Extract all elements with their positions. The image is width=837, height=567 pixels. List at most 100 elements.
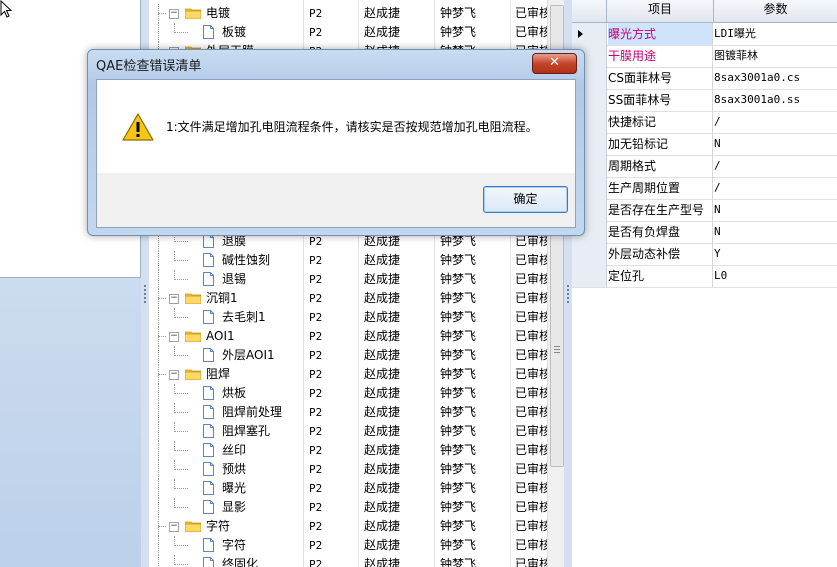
- row-selector[interactable]: [572, 243, 607, 265]
- tree-row[interactable]: 阻焊塞孔 P2 赵成捷 钟梦飞 已审核: [150, 422, 547, 441]
- close-button[interactable]: ✕: [532, 53, 577, 74]
- collapse-toggle-icon[interactable]: −: [169, 9, 179, 19]
- property-value[interactable]: 图镀菲林: [714, 45, 834, 67]
- collapse-toggle-icon[interactable]: −: [169, 522, 179, 532]
- tree-cell-author: 赵成捷: [364, 462, 401, 476]
- current-row-arrow-icon: [578, 30, 583, 38]
- document-icon: [203, 272, 214, 286]
- property-key: CS面菲林号: [608, 67, 713, 89]
- collapse-toggle-icon[interactable]: −: [169, 294, 179, 304]
- tree-cell-version: P2: [309, 330, 323, 343]
- document-icon: [203, 481, 214, 495]
- property-row[interactable]: 外层动态补偿 Y: [572, 243, 837, 266]
- property-value[interactable]: N: [714, 133, 834, 155]
- tree-cell-status: 已审核: [515, 538, 547, 552]
- property-value[interactable]: N: [714, 199, 834, 221]
- tree-row[interactable]: − 阻焊 P2 赵成捷 钟梦飞 已审核: [150, 365, 547, 384]
- property-row[interactable]: 是否存在生产型号 N: [572, 199, 837, 222]
- tree-cell-author: 赵成捷: [364, 443, 401, 457]
- tree-cell-author: 赵成捷: [364, 253, 401, 267]
- property-key: 曝光方式: [608, 23, 713, 45]
- tree-node-name: 退锡: [222, 272, 247, 286]
- collapse-toggle-icon[interactable]: −: [169, 332, 179, 342]
- tree-cell-reviewer: 钟梦飞: [440, 481, 477, 495]
- tree-row[interactable]: 外层AOI1 P2 赵成捷 钟梦飞 已审核: [150, 346, 547, 365]
- property-row[interactable]: 生产周期位置 /: [572, 177, 837, 200]
- tree-row[interactable]: 预烘 P2 赵成捷 钟梦飞 已审核: [150, 460, 547, 479]
- tree-cell-author: 赵成捷: [364, 348, 401, 362]
- property-row[interactable]: SS面菲林号 8sax3001a0.ss: [572, 89, 837, 112]
- tree-node-name: 去毛刺1: [222, 310, 266, 324]
- tree-cell-version: P2: [309, 368, 323, 381]
- property-row[interactable]: 加无铅标记 N: [572, 133, 837, 156]
- tree-cell-version: P2: [309, 7, 323, 20]
- tree-node-name: 板镀: [222, 25, 247, 39]
- tree-cell-status: 已审核: [515, 25, 547, 39]
- tree-node-name: 字符: [206, 519, 231, 533]
- property-value[interactable]: N: [714, 221, 834, 243]
- tree-cell-status: 已审核: [515, 557, 547, 567]
- close-icon: ✕: [549, 55, 560, 70]
- property-row[interactable]: 周期格式 /: [572, 155, 837, 178]
- tree-row[interactable]: 丝印 P2 赵成捷 钟梦飞 已审核: [150, 441, 547, 460]
- document-icon: [203, 424, 214, 438]
- tree-cell-version: P2: [309, 558, 323, 567]
- tree-row[interactable]: 显影 P2 赵成捷 钟梦飞 已审核: [150, 498, 547, 517]
- property-key: 加无铅标记: [608, 133, 713, 155]
- tree-row[interactable]: 字符 P2 赵成捷 钟梦飞 已审核: [150, 536, 547, 555]
- document-icon: [203, 310, 214, 324]
- folder-icon: [185, 293, 201, 304]
- collapse-toggle-icon[interactable]: −: [169, 370, 179, 380]
- message-area: 1:文件满足增加孔电阻流程条件，请核实是否按规范增加孔电阻流程。: [97, 80, 575, 173]
- tree-row[interactable]: − 沉铜1 P2 赵成捷 钟梦飞 已审核: [150, 289, 547, 308]
- tree-cell-reviewer: 钟梦飞: [440, 348, 477, 362]
- property-value[interactable]: /: [714, 155, 834, 177]
- tree-cell-status: 已审核: [515, 6, 547, 20]
- tree-row[interactable]: 曝光 P2 赵成捷 钟梦飞 已审核: [150, 479, 547, 498]
- tree-cell-version: P2: [309, 482, 323, 495]
- tree-cell-version: P2: [309, 463, 323, 476]
- property-value[interactable]: L0: [714, 265, 834, 287]
- row-selector[interactable]: [572, 265, 607, 287]
- property-value[interactable]: /: [714, 177, 834, 199]
- tree-cell-status: 已审核: [515, 329, 547, 343]
- property-value[interactable]: 8sax3001a0.cs: [714, 67, 834, 89]
- property-row[interactable]: 是否有负焊盘 N: [572, 221, 837, 244]
- property-value[interactable]: LDI曝光: [714, 23, 834, 45]
- tree-cell-reviewer: 钟梦飞: [440, 329, 477, 343]
- property-row[interactable]: CS面菲林号 8sax3001a0.cs: [572, 67, 837, 90]
- tree-row[interactable]: 去毛刺1 P2 赵成捷 钟梦飞 已审核: [150, 308, 547, 327]
- tree-row[interactable]: 烘板 P2 赵成捷 钟梦飞 已审核: [150, 384, 547, 403]
- property-value[interactable]: 8sax3001a0.ss: [714, 89, 834, 111]
- property-key: 外层动态补偿: [608, 243, 713, 265]
- property-row[interactable]: 定位孔 L0: [572, 265, 837, 288]
- property-key: 是否存在生产型号: [608, 199, 713, 221]
- property-row[interactable]: 干膜用途 图镀菲林: [572, 45, 837, 68]
- tree-cell-reviewer: 钟梦飞: [440, 272, 477, 286]
- tree-row[interactable]: − AOI1 P2 赵成捷 钟梦飞 已审核: [150, 327, 547, 346]
- property-value[interactable]: /: [714, 111, 834, 133]
- property-header-value: 参数: [714, 0, 837, 23]
- tree-cell-status: 已审核: [515, 519, 547, 533]
- property-row[interactable]: 快捷标记 /: [572, 111, 837, 134]
- property-row[interactable]: 曝光方式 LDI曝光: [572, 23, 837, 46]
- tree-row[interactable]: 退锡 P2 赵成捷 钟梦飞 已审核: [150, 270, 547, 289]
- tree-cell-author: 赵成捷: [364, 310, 401, 324]
- tree-node-name: 外层AOI1: [222, 348, 275, 362]
- tree-row[interactable]: − 字符 P2 赵成捷 钟梦飞 已审核: [150, 517, 547, 536]
- tree-cell-status: 已审核: [515, 500, 547, 514]
- tree-row[interactable]: − 电镀 P2 赵成捷 钟梦飞 已审核: [150, 4, 547, 23]
- tree-cell-status: 已审核: [515, 253, 547, 267]
- tree-cell-reviewer: 钟梦飞: [440, 557, 477, 567]
- ok-button[interactable]: 确定: [483, 186, 568, 213]
- tree-row[interactable]: 板镀 P2 赵成捷 钟梦飞 已审核: [150, 23, 547, 42]
- qae-error-dialog: QAE检查错误清单 ✕ 1:文件满足增加孔电阻流程条件，请核实是否按规范增加孔电…: [87, 49, 585, 236]
- tree-row[interactable]: 终固化 P2 赵成捷 钟梦飞 已审核: [150, 555, 547, 567]
- property-grid[interactable]: 项目 参数 曝光方式 LDI曝光 干膜用途 图镀菲林 CS面菲林号 8sax3001a0.…: [572, 0, 837, 567]
- tree-row[interactable]: 阻焊前处理 P2 赵成捷 钟梦飞 已审核: [150, 403, 547, 422]
- tree-row[interactable]: 碱性蚀刻 P2 赵成捷 钟梦飞 已审核: [150, 251, 547, 270]
- tree-cell-reviewer: 钟梦飞: [440, 310, 477, 324]
- property-value[interactable]: Y: [714, 243, 834, 265]
- document-icon: [203, 348, 214, 362]
- row-selector[interactable]: [572, 23, 607, 45]
